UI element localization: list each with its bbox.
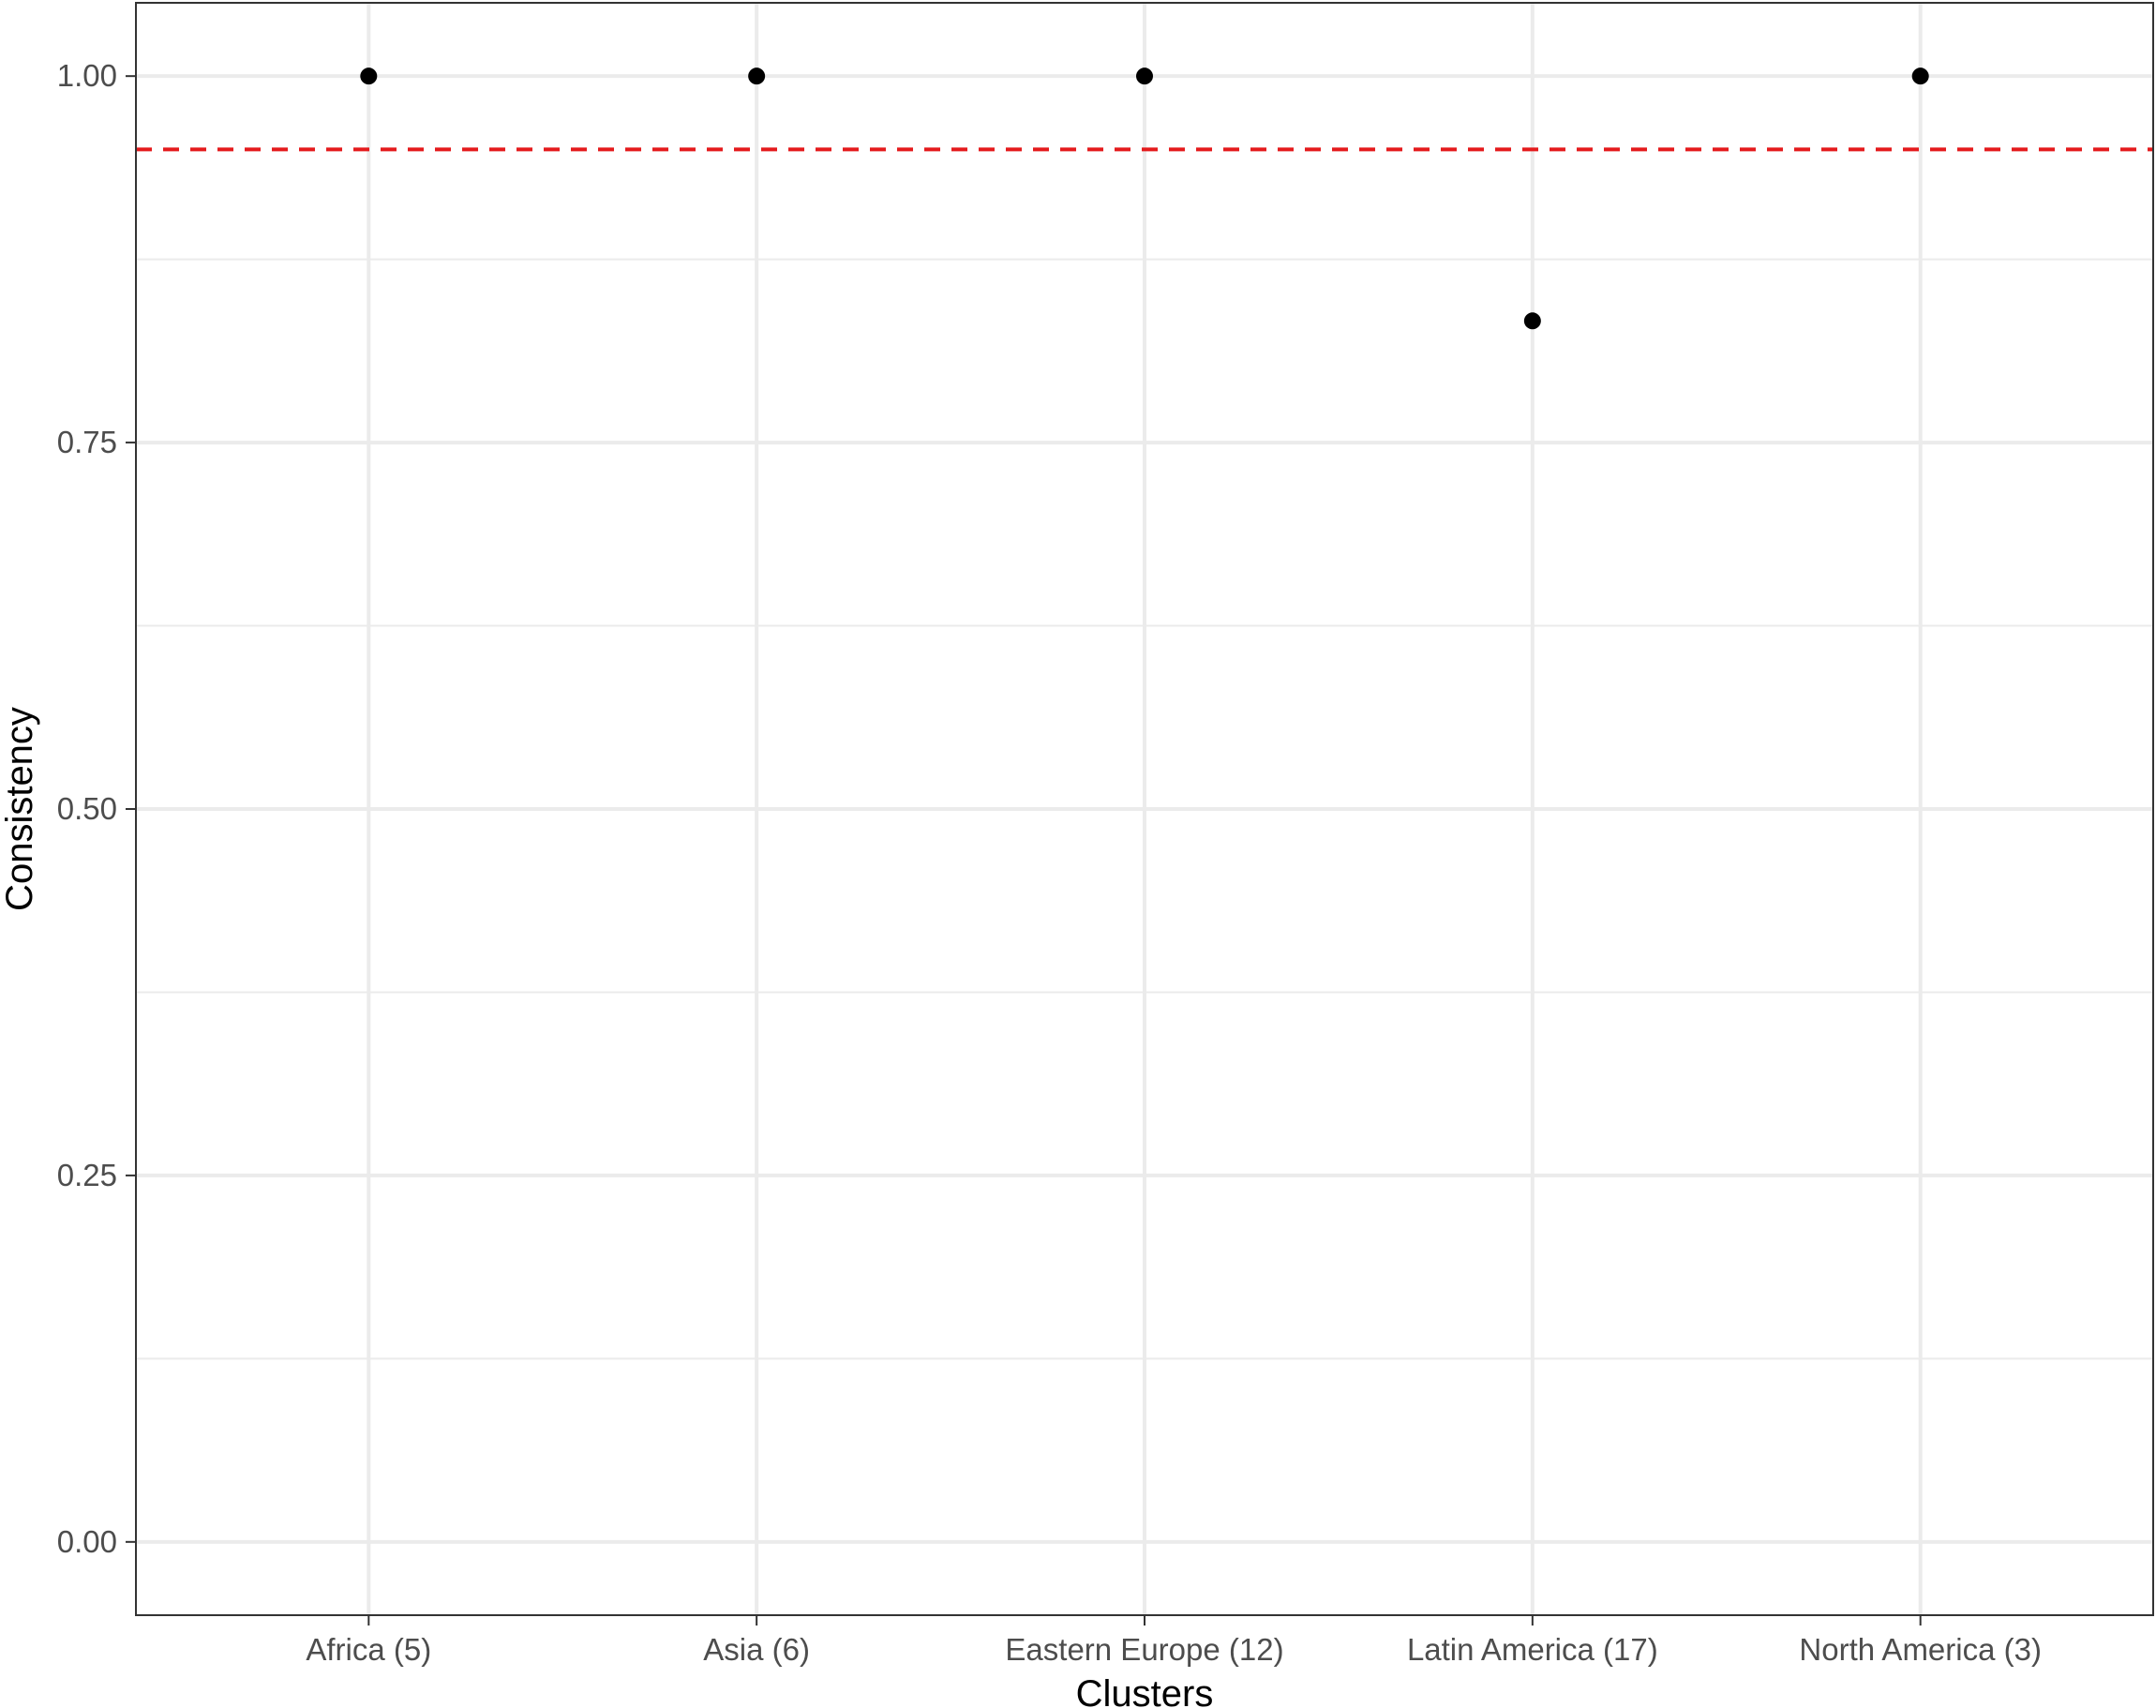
x-tick-label: Africa (5) — [306, 1632, 431, 1667]
x-tick-label: Asia (6) — [703, 1632, 810, 1667]
consistency-chart: 0.00 0.25 0.50 0.75 1.00 Africa (5) Asia (6) E… — [0, 2, 2154, 1708]
y-tick-label: 0.75 — [57, 425, 117, 459]
x-tick-label: Eastern Europe (12) — [1005, 1632, 1283, 1667]
y-tick-labels: 0.00 0.25 0.50 0.75 1.00 — [57, 58, 117, 1559]
x-tick-labels: Africa (5) Asia (6) Eastern Europe (12) Lat… — [306, 1632, 2042, 1667]
x-tick-label: North America (3) — [1799, 1632, 2042, 1667]
grid-lines — [136, 3, 2153, 1615]
data-point — [748, 67, 766, 85]
y-tick-label: 0.00 — [57, 1524, 117, 1559]
data-point — [360, 67, 378, 85]
y-tick-label: 0.50 — [57, 791, 117, 826]
data-point — [1911, 67, 1929, 85]
y-tick-label: 1.00 — [57, 58, 117, 93]
y-tick-label: 0.25 — [57, 1158, 117, 1192]
axis-ticks — [126, 75, 1922, 1626]
x-tick-label: Latin America (17) — [1407, 1632, 1658, 1667]
data-point — [1523, 312, 1541, 330]
y-axis-title: Consistency — [0, 707, 40, 911]
data-point — [1136, 67, 1153, 85]
x-axis-title: Clusters — [1076, 1673, 1214, 1708]
